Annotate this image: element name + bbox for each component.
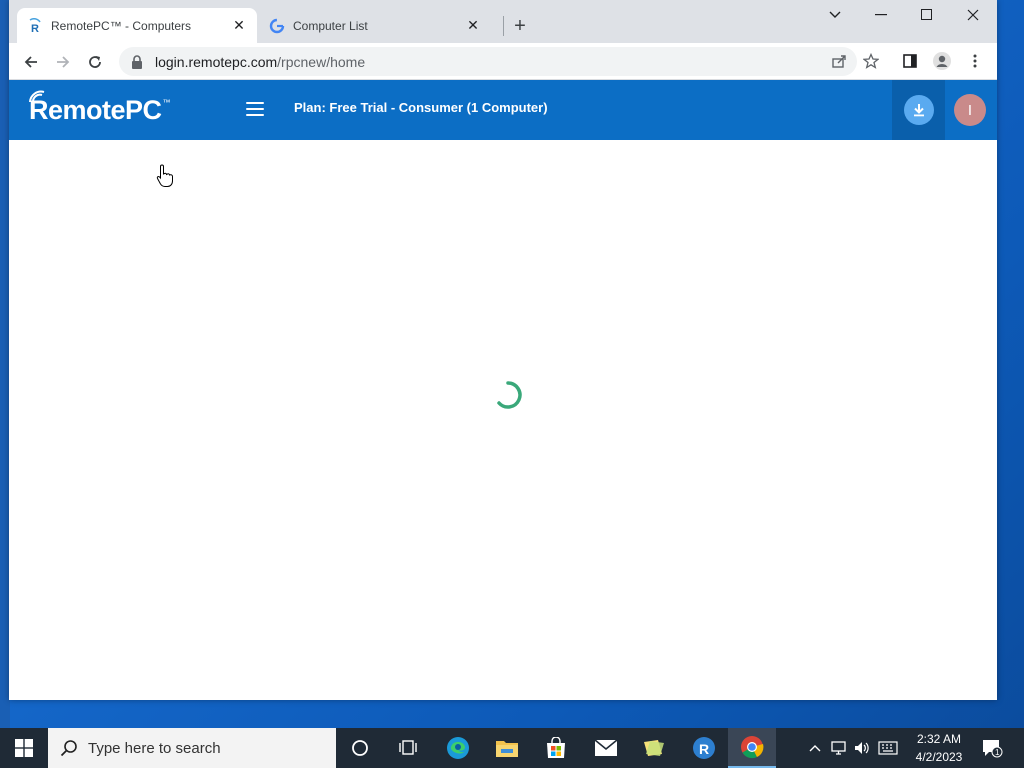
show-hidden-icons-chevron-icon[interactable]: [805, 738, 825, 758]
windows-logo-icon: [15, 739, 33, 757]
clock-date: 4/2/2023: [915, 750, 963, 764]
file-explorer-icon[interactable]: [483, 728, 531, 768]
side-panel-icon[interactable]: [899, 50, 921, 72]
remotepc-logo[interactable]: RemotePC ™: [29, 90, 171, 126]
remotepc-favicon-icon: R: [27, 17, 43, 34]
url-path: /rpcnew/home: [277, 53, 366, 70]
logo-text: RemotePC: [29, 95, 162, 125]
search-icon: [60, 740, 77, 757]
svg-text:R: R: [699, 741, 709, 757]
svg-text:R: R: [31, 23, 39, 34]
maximize-button[interactable]: [907, 4, 947, 26]
notification-count: 1: [995, 748, 1000, 757]
start-button[interactable]: [0, 728, 48, 768]
search-placeholder: Type here to search: [88, 739, 221, 757]
logo-trademark: ™: [162, 98, 171, 107]
tab-separator: [503, 16, 504, 36]
hand-cursor-icon: [156, 164, 173, 187]
plan-info: Plan: Free Trial - Consumer (1 Computer): [294, 100, 548, 115]
system-clock[interactable]: 2:32 AM 4/2/2023: [900, 730, 978, 766]
reload-button[interactable]: [82, 49, 108, 75]
mail-icon[interactable]: [582, 728, 630, 768]
tab-title: Computer List: [293, 18, 368, 33]
tab-search-chevron-icon[interactable]: [815, 4, 855, 26]
network-icon[interactable]: [829, 738, 849, 758]
remotepc-icon[interactable]: R: [680, 728, 728, 768]
volume-icon[interactable]: [852, 738, 872, 758]
tab-computer-list[interactable]: Computer List ✕: [259, 8, 491, 43]
user-avatar[interactable]: I: [954, 94, 986, 126]
windows-taskbar: Type here to search R 2:32 AM 4/2/2023 1: [0, 728, 1024, 768]
browser-toolbar: login.remotepc.com/rpcnew/home: [9, 43, 997, 80]
tab-title: RemotePC™ - Computers: [51, 18, 192, 33]
back-button[interactable]: [18, 49, 44, 75]
tab-strip: R RemotePC™ - Computers ✕ Computer List …: [9, 0, 997, 43]
tab-close-icon[interactable]: ✕: [465, 17, 481, 34]
menu-kebab-icon[interactable]: [964, 50, 986, 72]
taskbar-search[interactable]: Type here to search: [48, 728, 336, 768]
clock-time: 2:32 AM: [916, 732, 962, 746]
profile-icon[interactable]: [931, 50, 953, 72]
hamburger-menu-icon[interactable]: [246, 102, 264, 118]
close-window-button[interactable]: [953, 4, 993, 26]
sticky-notes-icon[interactable]: [630, 728, 678, 768]
loading-spinner-icon: [497, 381, 522, 409]
task-view-icon[interactable]: [384, 728, 432, 768]
lock-icon[interactable]: [131, 54, 145, 69]
new-tab-button[interactable]: +: [508, 14, 532, 38]
forward-button[interactable]: [50, 49, 76, 75]
download-icon: [903, 95, 934, 125]
browser-window: R RemotePC™ - Computers ✕ Computer List …: [9, 0, 997, 700]
keyboard-icon[interactable]: [878, 738, 898, 758]
address-bar[interactable]: login.remotepc.com/rpcnew/home: [119, 47, 857, 76]
bookmark-star-icon[interactable]: [860, 50, 882, 72]
download-button[interactable]: [892, 80, 945, 140]
google-favicon-icon: [269, 18, 285, 34]
tab-close-icon[interactable]: ✕: [231, 17, 247, 34]
cortana-icon[interactable]: [336, 728, 384, 768]
url-host: login.remotepc.com: [155, 53, 278, 70]
share-icon[interactable]: [828, 50, 850, 72]
tab-remotepc-computers[interactable]: R RemotePC™ - Computers ✕: [17, 8, 257, 43]
minimize-button[interactable]: [861, 4, 901, 26]
chrome-icon[interactable]: [728, 728, 776, 768]
app-header: RemotePC ™ Plan: Free Trial - Consumer (1…: [9, 80, 997, 140]
store-icon[interactable]: [532, 728, 580, 768]
notification-center-icon[interactable]: 1: [980, 736, 1004, 760]
edge-icon[interactable]: [434, 728, 482, 768]
